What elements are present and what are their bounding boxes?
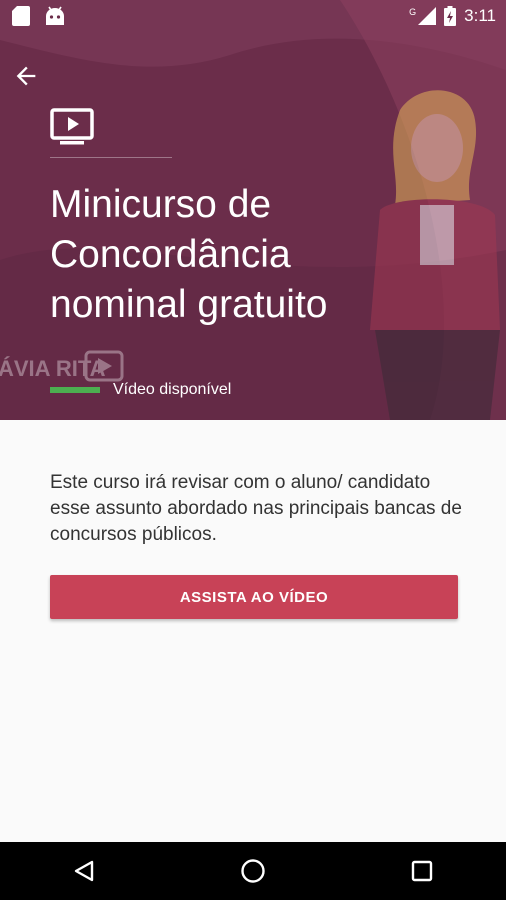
navigation-bar bbox=[0, 842, 506, 900]
video-status-label: Vídeo disponível bbox=[113, 381, 232, 398]
nav-home-button[interactable] bbox=[223, 842, 283, 900]
course-description: Este curso irá revisar com o aluno/ cand… bbox=[50, 472, 462, 545]
signal-icon bbox=[418, 7, 437, 25]
nav-recents-icon bbox=[411, 860, 432, 882]
network-type-label: G bbox=[409, 7, 417, 17]
watch-video-button[interactable]: ASSISTA AO VÍDEO bbox=[50, 575, 458, 619]
android-icon bbox=[46, 6, 64, 25]
tv-play-icon bbox=[50, 108, 94, 145]
watermark-logo: ÁVIA RITA bbox=[0, 350, 124, 382]
course-title: Minicurso de Concordância nominal gratui… bbox=[50, 183, 328, 326]
nav-home-icon bbox=[241, 859, 265, 883]
status-bar: G 3:11 bbox=[0, 0, 506, 32]
battery-icon bbox=[444, 6, 457, 26]
back-arrow-icon[interactable] bbox=[12, 62, 40, 90]
svg-text:ÁVIA RITA: ÁVIA RITA bbox=[0, 356, 106, 381]
nav-recents-button[interactable] bbox=[392, 842, 452, 900]
nav-back-icon bbox=[75, 860, 94, 882]
nav-back-button[interactable] bbox=[54, 842, 114, 900]
status-time: 3:11 bbox=[464, 6, 496, 25]
video-progress-bar bbox=[50, 387, 100, 393]
sd-card-icon bbox=[12, 6, 30, 26]
header-divider bbox=[50, 157, 172, 158]
hero-header: ÁVIA RITA Minicurso de Concordância nomi… bbox=[0, 0, 506, 420]
